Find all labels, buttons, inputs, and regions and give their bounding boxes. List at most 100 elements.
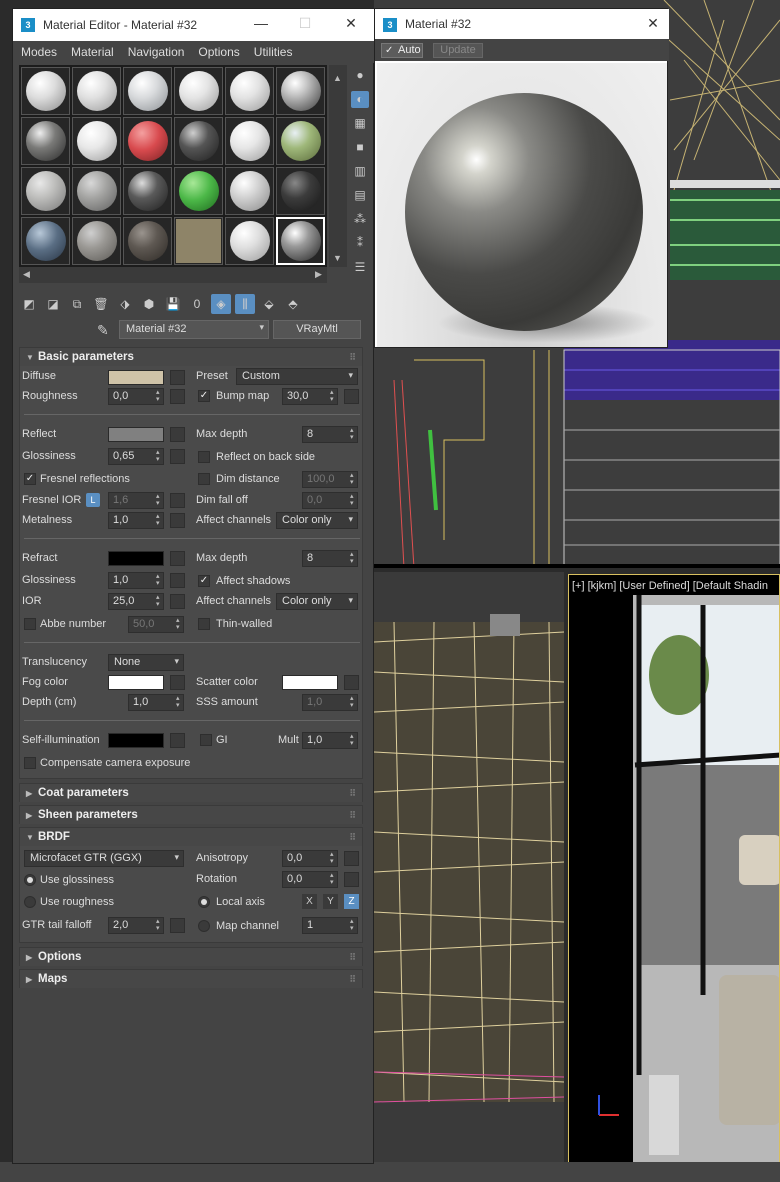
close-button[interactable]: ✕ (339, 15, 363, 32)
material-slot[interactable] (123, 117, 172, 165)
axis-x-button[interactable]: X (302, 894, 317, 909)
material-slot[interactable] (72, 217, 121, 265)
go-to-parent-icon[interactable]: ⬙ (259, 294, 279, 314)
material-slot[interactable] (225, 217, 274, 265)
maximize-button[interactable]: ☐ (293, 15, 317, 32)
slots-horizontal-scrollbar[interactable]: ◀ ▶ (19, 267, 327, 283)
scroll-down-icon[interactable]: ▼ (333, 253, 342, 263)
roughness-spinner[interactable]: 0,0 (108, 388, 164, 405)
fresnel-checkbox[interactable]: ✓ (24, 473, 36, 485)
material-slot[interactable] (21, 117, 70, 165)
material-id-icon[interactable]: 0 (187, 294, 207, 314)
scatter-map-button[interactable] (344, 675, 359, 690)
scroll-right-icon[interactable]: ▶ (315, 269, 322, 280)
backlight-icon[interactable]: ◐ (351, 91, 369, 108)
diffuse-map-button[interactable] (170, 370, 185, 385)
material-slot[interactable] (276, 117, 325, 165)
material-slot[interactable] (276, 167, 325, 215)
refract-color-swatch[interactable] (108, 551, 164, 566)
material-slot[interactable] (123, 217, 172, 265)
material-slot[interactable] (21, 217, 70, 265)
put-to-scene-icon[interactable]: ◪ (43, 294, 63, 314)
reflect-map-button[interactable] (170, 427, 185, 442)
menu-navigation[interactable]: Navigation (128, 45, 185, 59)
anisotropy-map-button[interactable] (344, 851, 359, 866)
material-slot[interactable] (21, 167, 70, 215)
get-material-icon[interactable]: ◩ (19, 294, 39, 314)
reset-map-icon[interactable]: 🗑 (91, 294, 111, 314)
put-to-library-icon[interactable]: ⬢ (139, 294, 159, 314)
depth-spinner[interactable]: 1,0 (128, 694, 184, 711)
material-slot[interactable] (174, 217, 223, 265)
reflect-back-side-checkbox[interactable] (198, 451, 210, 463)
refr-max-depth-spinner[interactable]: 8 (302, 550, 358, 567)
minimize-button[interactable]: — (249, 15, 273, 31)
fog-color-map-button[interactable] (170, 675, 185, 690)
fog-color-swatch[interactable] (108, 675, 164, 690)
show-shaded-icon[interactable]: ◈ (211, 294, 231, 314)
coat-parameters-header[interactable]: ▶ Coat parameters ⠿ (20, 784, 362, 802)
metalness-spinner[interactable]: 1,0 (108, 512, 164, 529)
local-axis-radio[interactable] (198, 896, 210, 908)
go-forward-sibling-icon[interactable]: ⬘ (283, 294, 303, 314)
anisotropy-spinner[interactable]: 0,0 (282, 850, 338, 867)
video-color-check-icon[interactable]: ▥ (351, 163, 369, 180)
material-slot[interactable] (72, 67, 121, 115)
dim-distance-spinner[interactable]: 100,0 (302, 471, 358, 488)
gtr-map-button[interactable] (170, 918, 185, 933)
gi-checkbox[interactable] (200, 734, 212, 746)
material-slot[interactable] (174, 117, 223, 165)
material-slot[interactable] (225, 117, 274, 165)
self-illumination-color-swatch[interactable] (108, 733, 164, 748)
thin-walled-checkbox[interactable] (198, 618, 210, 630)
material-slot[interactable] (72, 117, 121, 165)
auto-toggle[interactable]: ✓ Auto (381, 43, 423, 58)
material-slot[interactable] (276, 67, 325, 115)
sample-type-icon[interactable]: ● (351, 67, 369, 84)
maps-header[interactable]: ▶ Maps ⠿ (20, 970, 362, 988)
material-slot[interactable] (123, 167, 172, 215)
make-unique-icon[interactable]: ⬗ (115, 294, 135, 314)
diffuse-color-swatch[interactable] (108, 370, 164, 385)
assign-to-selection-icon[interactable]: ⧉ (67, 294, 87, 314)
preset-dropdown[interactable]: Custom (236, 368, 358, 385)
material-slot[interactable] (72, 167, 121, 215)
refr-glossiness-spinner[interactable]: 1,0 (108, 572, 164, 589)
viewport-perspective[interactable] (568, 574, 780, 1164)
axis-z-button[interactable]: Z (344, 894, 359, 909)
use-roughness-radio[interactable] (24, 896, 36, 908)
map-channel-spinner[interactable]: 1 (302, 917, 358, 934)
sss-amount-spinner[interactable]: 1,0 (302, 694, 358, 711)
save-icon[interactable]: 💾 (163, 294, 183, 314)
mult-spinner[interactable]: 1,0 (302, 732, 358, 749)
viewport-bottom-left[interactable] (374, 572, 564, 1162)
material-slot[interactable] (174, 167, 223, 215)
options-icon[interactable]: ⁂ (351, 211, 369, 228)
menu-options[interactable]: Options (198, 45, 239, 59)
ior-spinner[interactable]: 25,0 (108, 593, 164, 610)
bump-map-spinner[interactable]: 30,0 (282, 388, 338, 405)
self-illumination-map-button[interactable] (170, 733, 185, 748)
fresnel-ior-lock-button[interactable]: L (86, 493, 100, 507)
basic-parameters-header[interactable]: ▼ Basic parameters ⠿ (20, 348, 362, 366)
make-preview-icon[interactable]: ▤ (351, 187, 369, 204)
metalness-map-button[interactable] (170, 513, 185, 528)
update-button[interactable]: Update (433, 43, 483, 58)
affect-channels-dropdown[interactable]: Color only (276, 512, 358, 529)
material-map-navigator-icon[interactable]: ☰ (351, 259, 369, 276)
material-slot[interactable] (276, 217, 325, 265)
brdf-type-dropdown[interactable]: Microfacet GTR (GGX) (24, 850, 184, 867)
map-channel-radio[interactable] (198, 920, 210, 932)
background-icon[interactable]: ▦ (351, 115, 369, 132)
scroll-left-icon[interactable]: ◀ (23, 269, 30, 280)
material-type-button[interactable]: VRayMtl (273, 320, 361, 339)
scroll-up-icon[interactable]: ▲ (333, 73, 342, 83)
show-end-result-icon[interactable]: ⫼ (235, 294, 255, 314)
scatter-color-swatch[interactable] (282, 675, 338, 690)
preview-close-button[interactable]: ✕ (641, 15, 665, 32)
fresnel-ior-spinner[interactable]: 1,6 (108, 492, 164, 509)
options-header[interactable]: ▶ Options ⠿ (20, 948, 362, 966)
material-slot[interactable] (174, 67, 223, 115)
refract-map-button[interactable] (170, 551, 185, 566)
rotation-map-button[interactable] (344, 872, 359, 887)
